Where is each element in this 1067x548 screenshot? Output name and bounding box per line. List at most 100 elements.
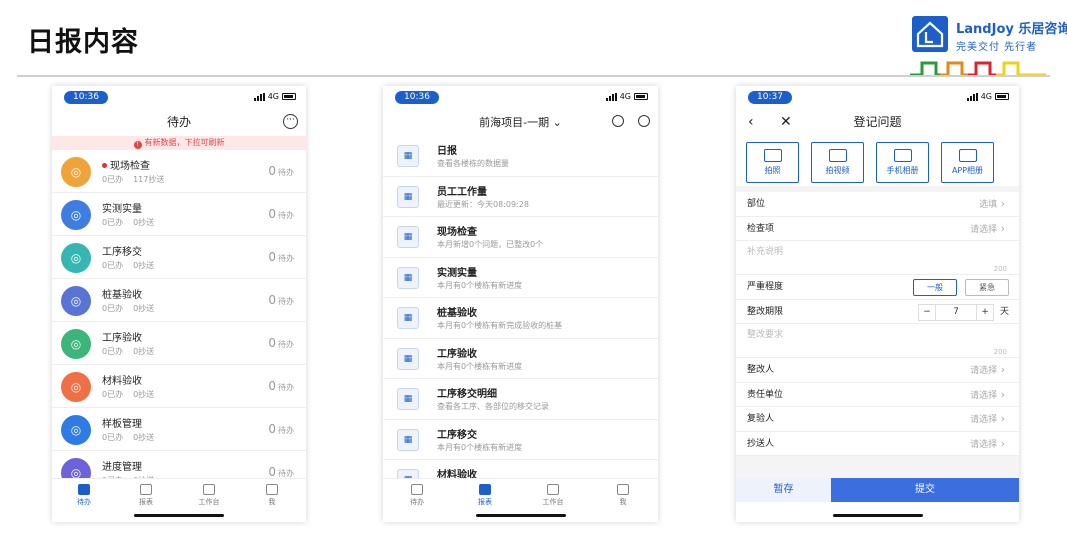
select-field[interactable]: 责任单位 请选择 (736, 383, 1019, 408)
select-field[interactable]: 整改人 请选择 (736, 358, 1019, 383)
report-name: 工序移交明细 (437, 389, 497, 400)
todo-item[interactable]: ◎ 材料验收 0已办 0抄送 0 待办 (52, 365, 306, 408)
submit-button[interactable]: 提交 (831, 478, 1019, 502)
check-item-field[interactable]: 检查项 请选择 (736, 217, 1019, 241)
check-icon: ◎ (61, 157, 91, 187)
save-draft-button[interactable]: 暂存 (736, 478, 831, 502)
tab-report[interactable]: 报表 (126, 484, 166, 507)
report-desc: 查看各工序、各部位的移交记录 (437, 402, 549, 411)
process-icon: ◎ (61, 329, 91, 359)
todo-item[interactable]: ◎ 实测实量 0已办 0抄送 0 待办 (52, 193, 306, 236)
take-photo-button[interactable]: 拍照 (746, 142, 799, 183)
severity-urgent-option[interactable]: 紧急 (965, 279, 1009, 296)
tab-workbench[interactable]: 工作台 (533, 484, 573, 507)
tab-todo[interactable]: 待办 (397, 484, 437, 507)
header-divider (17, 75, 1050, 77)
tab-me[interactable]: 我 (252, 484, 292, 507)
severity-normal-option[interactable]: 一般 (913, 279, 957, 296)
brand-slogan: 完美交付 先行者 (956, 42, 1038, 53)
report-item[interactable]: ▦ 工序验收 本月有0个楼栋有新进度 (383, 339, 658, 379)
cc-count: 117抄送 (133, 175, 165, 184)
tab-workbench[interactable]: 工作台 (189, 484, 229, 507)
battery-icon (282, 93, 296, 100)
select-rows: 整改人请选择责任单位请选择复验人请选择抄送人请选择 (736, 358, 1019, 456)
pending-count: 0 待办 (268, 422, 294, 436)
report-item[interactable]: ▦ 实测实量 本月有0个楼栋有新进度 (383, 258, 658, 298)
user-tab-icon (266, 484, 278, 495)
todo-name: 桩基验收 (102, 290, 142, 301)
status-bar: 10:36 4G (52, 86, 306, 108)
select-field[interactable]: 抄送人 请选择 (736, 432, 1019, 456)
todo-name: 材料验收 (102, 376, 142, 387)
tab-me[interactable]: 我 (603, 484, 643, 507)
record-video-button[interactable]: 拍视频 (811, 142, 864, 183)
cc-count: 0抄送 (133, 390, 155, 399)
page-title: 登记问题 (853, 115, 902, 129)
transfer-icon: ◎ (61, 243, 91, 273)
done-count: 0已办 (102, 175, 124, 184)
battery-icon (995, 93, 1009, 100)
chart-tab-icon (140, 484, 152, 495)
todo-name: 工序验收 (102, 333, 142, 344)
gear-icon[interactable] (612, 115, 624, 127)
done-count: 0已办 (102, 390, 124, 399)
todo-item[interactable]: ◎ 现场检查 0已办 117抄送 0 待办 (52, 150, 306, 193)
deadline-input[interactable]: 7 (935, 303, 976, 321)
note-textarea[interactable]: 补充说明 200 (736, 241, 1019, 275)
briefcase-icon (547, 484, 559, 495)
report-name: 桩基验收 (437, 308, 477, 319)
phone-register-issue: 10:37 4G ‹ ✕ 登记问题 拍照 拍视频 手机相册 APP相册 部位 选填… (736, 86, 1019, 522)
pending-count: 0 待办 (268, 250, 294, 264)
tab-bar: 待办 报表 工作台 我 (383, 478, 658, 522)
signal-icon (966, 92, 978, 101)
todo-item[interactable]: ◎ 工序验收 0已办 0抄送 0 待办 (52, 322, 306, 365)
decrement-button[interactable]: − (917, 303, 936, 321)
increment-button[interactable]: + (975, 303, 994, 321)
todo-name: 工序移交 (102, 247, 142, 258)
app-album-button[interactable]: APP相册 (941, 142, 994, 183)
tab-report[interactable]: 报表 (465, 484, 505, 507)
requirement-textarea[interactable]: 整改要求 200 (736, 324, 1019, 358)
tab-bar: 待办 报表 工作台 我 (52, 478, 306, 522)
report-desc: 查看各楼栋的数据量 (437, 159, 509, 168)
report-item[interactable]: ▦ 桩基验收 本月有0个楼栋有新完成验收的桩基 (383, 298, 658, 339)
report-item[interactable]: ▦ 工序移交 本月有0个楼栋有新进度 (383, 420, 658, 460)
report-item[interactable]: ▦ 工序移交明细 查看各工序、各部位的移交记录 (383, 379, 658, 420)
select-field[interactable]: 复验人 请选择 (736, 407, 1019, 432)
image-icon (958, 149, 977, 162)
deadline-unit: 天 (999, 307, 1009, 317)
report-item[interactable]: ▦ 日报 查看各楼栋的数据量 (383, 136, 658, 177)
done-count: 0已办 (102, 261, 124, 270)
tab-todo[interactable]: 待办 (64, 484, 104, 507)
house-icon (912, 16, 948, 52)
report-icon: ▦ (397, 347, 419, 370)
report-name: 工序验收 (437, 348, 477, 360)
chevron-down-icon: ⌄ (552, 116, 562, 129)
report-item[interactable]: ▦ 现场检查 本月新增0个问题，已整改0个 (383, 217, 658, 258)
more-icon[interactable]: ··· (283, 114, 298, 129)
project-selector[interactable]: 前海项目-一期 ⌄ (479, 116, 562, 129)
todo-name: 样板管理 (102, 419, 142, 430)
field-value: 请选择 (970, 383, 1005, 408)
todo-item[interactable]: ◎ 样板管理 0已办 0抄送 0 待办 (52, 408, 306, 451)
material-icon: ◎ (61, 372, 91, 402)
todo-item[interactable]: ◎ 工序移交 0已办 0抄送 0 待办 (52, 236, 306, 279)
report-icon: ▦ (397, 266, 419, 289)
todo-item[interactable]: ◎ 桩基验收 0已办 0抄送 0 待办 (52, 279, 306, 322)
pending-count: 0 待办 (268, 164, 294, 178)
network-label: 4G (980, 92, 992, 101)
field-label: 抄送人 (747, 438, 775, 449)
clock-icon[interactable] (638, 115, 650, 127)
done-count: 0已办 (102, 218, 124, 227)
phone-report: 10:36 4G 前海项目-一期 ⌄ ▦ 日报 查看各楼栋的数据量 ▦ 员工工作量 最近更… (383, 86, 658, 522)
part-field[interactable]: 部位 选填 (736, 192, 1019, 217)
close-icon[interactable]: ✕ (780, 108, 792, 136)
report-icon: ▦ (397, 185, 419, 208)
status-time: 10:37 (748, 91, 792, 104)
phone-album-button[interactable]: 手机相册 (876, 142, 929, 183)
brand-name: LandJoy 乐居咨询 (956, 22, 1067, 37)
back-icon[interactable]: ‹ (748, 108, 754, 136)
refresh-notice[interactable]: ! 有新数据，下拉可刷新 (52, 136, 306, 150)
report-item[interactable]: ▦ 员工工作量 最近更新：今天08:09:28 (383, 177, 658, 217)
report-icon: ▦ (397, 307, 419, 329)
